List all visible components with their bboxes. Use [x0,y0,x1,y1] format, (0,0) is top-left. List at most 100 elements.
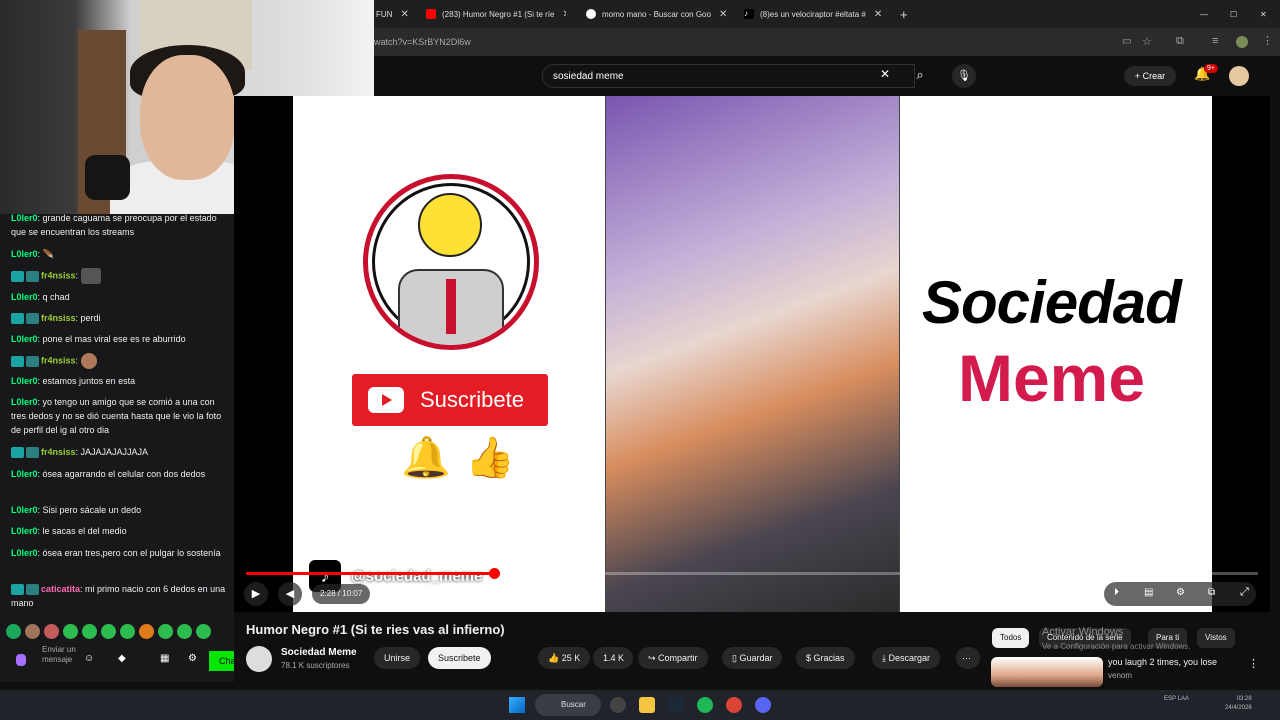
chat-username[interactable]: fr4nsiss [41,313,76,323]
emote-icon[interactable] [63,624,78,639]
chat-username[interactable]: fr4nsiss [41,447,76,457]
maximize-button[interactable]: ☐ [1230,4,1242,24]
autoplay-toggle-icon[interactable]: ⏵ [1114,587,1119,598]
chat-message: L0ler0: pone el mas viral ese es re abur… [11,334,186,344]
emote-icon[interactable] [44,624,59,639]
gear-icon[interactable]: ⚙ [188,652,197,666]
fullscreen-icon[interactable]: ⤢ [1240,586,1249,599]
progress-scrubber[interactable] [488,568,500,579]
microphone-icon[interactable] [16,654,26,666]
tab-humor-negro[interactable]: (283) Humor Negro #1 (Si te ríe ✕ [426,4,566,24]
emote-icon[interactable] [139,624,154,639]
chat-username[interactable]: caticatita [41,584,80,594]
address-bar[interactable]: watch?v=KSrBYN2Dl6w ▭ ☆ ⧉ ≡ ⋮ [374,28,1280,56]
sub-badge-icon [11,313,24,325]
progress-bar[interactable] [246,568,1258,579]
recommended-title[interactable]: you laugh 2 times, you lose [1108,657,1217,667]
chat-username[interactable]: L0ler0 [11,526,38,536]
taskbar-search[interactable]: Buscar [535,694,601,716]
chat-username[interactable]: fr4nsiss [41,355,76,365]
chat-username[interactable]: L0ler0 [11,376,38,386]
chat-username[interactable]: L0ler0 [11,548,38,558]
create-button[interactable]: + Crear [1124,66,1176,86]
emote-icon[interactable] [25,624,40,639]
more-options-icon[interactable]: ⋮ [1248,657,1259,670]
extensions-icon[interactable]: ⧉ [1176,35,1184,48]
profile-icon[interactable] [1236,36,1248,48]
like-button[interactable]: 👍 25 K [538,647,590,669]
cast-icon[interactable]: ▭ [1122,36,1131,47]
microphone-icon[interactable]: 🎙 [952,64,976,88]
emote-icon[interactable] [120,624,135,639]
spotify-icon[interactable] [697,697,713,713]
streamer-microphone [85,155,130,200]
chip-vistos[interactable]: Vistos [1197,628,1235,648]
dislike-button[interactable]: 1.4 K [593,647,633,669]
download-button[interactable]: ⤓ Descargar [872,647,940,669]
tab-fun[interactable]: FUN ✕ [376,4,410,24]
bits-icon[interactable]: ◆ [118,652,126,666]
settings-icon[interactable]: ⚙ [1176,587,1185,598]
volume-icon[interactable]: ◀ [278,582,302,606]
subscribe-button[interactable]: Suscribete [428,647,491,669]
bookmark-star-icon[interactable]: ☆ [1142,35,1152,48]
emote-icon[interactable] [6,624,21,639]
new-tab-button[interactable]: + [900,4,916,24]
chip-todos[interactable]: Todos [992,628,1030,648]
close-icon[interactable]: ✕ [400,9,408,20]
chat-username[interactable]: L0ler0 [11,505,38,515]
join-button[interactable]: Unirse [374,647,421,669]
chat-username[interactable]: L0ler0 [11,334,38,344]
chat-username[interactable]: L0ler0 [11,292,38,302]
chrome-icon[interactable] [726,697,742,713]
close-icon[interactable]: ✕ [719,9,727,20]
minimize-button[interactable]: — [1200,4,1212,24]
emote-icon[interactable] [101,624,116,639]
miniplayer-icon[interactable]: ⧉ [1208,587,1215,598]
avatar[interactable] [1229,66,1249,86]
save-button[interactable]: ▯ Guardar [722,647,783,669]
windows-start-icon[interactable] [509,697,525,713]
store-icon[interactable]: ▦ [160,652,169,666]
chat-text: grande caguama se preocupa por el estado… [11,213,217,237]
emote-icon[interactable] [158,624,173,639]
chat-send-button[interactable]: Cha [209,651,236,671]
emoji-icon[interactable]: ☺ [84,652,94,666]
media-icon[interactable]: ≡ [1212,35,1218,47]
chat-username[interactable]: fr4nsiss [41,270,76,280]
close-icon[interactable]: ✕ [563,9,567,20]
emote-icon[interactable] [196,624,211,639]
play-icon[interactable]: ▶ [244,582,268,606]
chat-username[interactable]: L0ler0 [11,213,38,223]
subtitles-icon[interactable]: ▤ [1144,587,1153,598]
file-explorer-icon[interactable] [639,697,655,713]
thanks-button[interactable]: $ Gracias [796,647,855,669]
close-window-button[interactable]: ✕ [1260,4,1272,24]
language-indicator[interactable]: ESP LAA [1164,695,1189,704]
video-player[interactable]: Suscribete 🔔 👍 Sociedad Meme ♪ @sociedad… [234,96,1270,612]
more-actions-button[interactable]: ⋯ [956,647,980,669]
chat-input[interactable]: Enviar un mensaje [42,645,82,665]
chat-username[interactable]: L0ler0 [11,397,38,407]
menu-icon[interactable]: ⋮ [1262,34,1273,47]
emote-icon[interactable] [82,624,97,639]
system-clock[interactable]: 03:28 24/4/2026 [1225,695,1252,713]
search-input[interactable]: sosiedad meme [542,64,915,88]
tab-tiktok[interactable]: ♪ (8)es un velociraptor #eltata # ✕ [744,4,890,24]
clear-search-icon[interactable]: ✕ [880,67,890,81]
search-icon[interactable]: ⌕ [905,64,935,88]
discord-icon[interactable] [755,697,771,713]
chat-username[interactable]: L0ler0 [11,469,38,479]
channel-avatar[interactable] [246,646,272,672]
close-icon[interactable]: ✕ [874,9,882,20]
chat-username[interactable]: L0ler0 [11,249,38,259]
channel-name[interactable]: Sociedad Meme [281,647,357,658]
share-button[interactable]: ↪ Compartir [638,647,708,669]
notification-badge: 9+ [1204,64,1218,73]
tab-google-search[interactable]: momo mano - Buscar con Goo ✕ [586,4,731,24]
steam-icon[interactable] [668,697,684,713]
emote-icon[interactable] [177,624,192,639]
browser-tab-bar: FUN ✕ (283) Humor Negro #1 (Si te ríe ✕ mo… [374,0,1280,28]
task-view-icon[interactable] [610,697,626,713]
recommended-thumbnail[interactable] [991,657,1103,687]
